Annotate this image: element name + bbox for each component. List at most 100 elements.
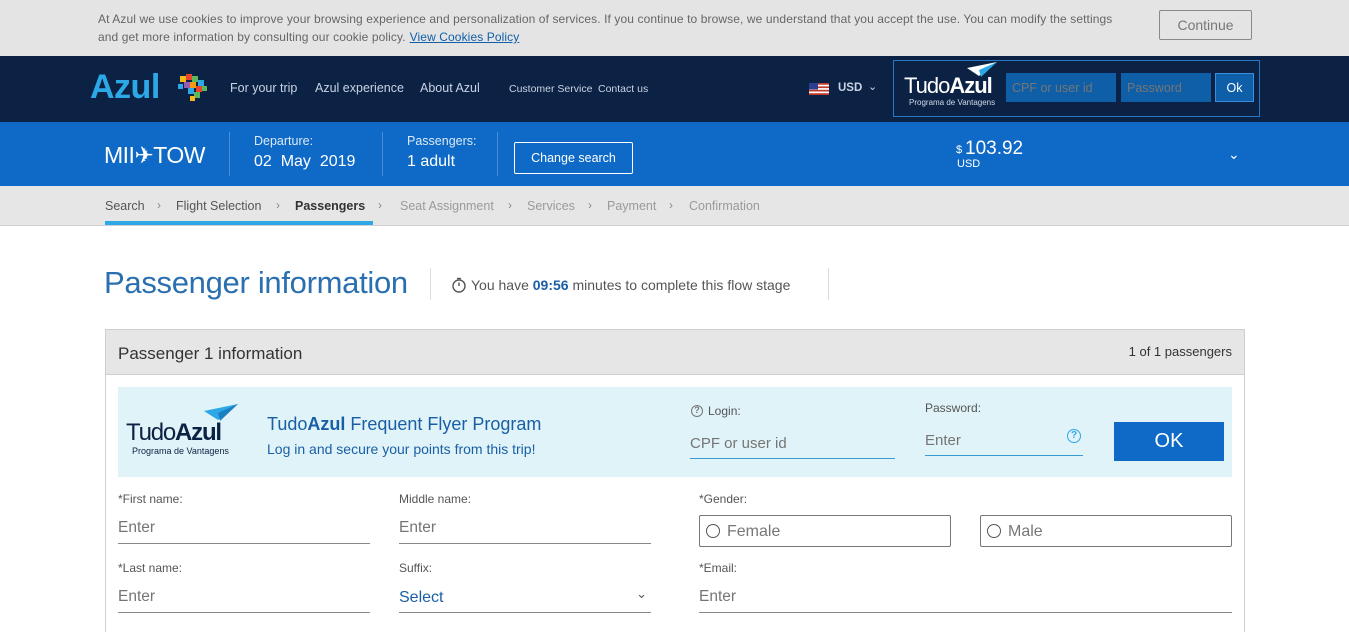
paper-plane-icon (204, 404, 238, 421)
ff-program-subtitle: Log in and secure your points from this … (267, 441, 536, 457)
password-label: Password: (925, 401, 982, 415)
help-icon[interactable]: ? (1067, 429, 1081, 443)
price-details-chevron-icon[interactable]: ⌄ (1228, 146, 1240, 163)
step-passengers[interactable]: Passengers (295, 199, 365, 213)
top-header: Azul For your trip Azul experience About… (0, 56, 1349, 122)
middle-name-label: Middle name: (399, 492, 472, 506)
male-label: Male (1008, 523, 1043, 540)
azul-logo[interactable]: Azul (90, 68, 160, 107)
search-summary-bar: MII✈TOW Departure: 02 May 2019 Passenger… (0, 122, 1349, 186)
timer-value: 09:56 (532, 277, 569, 293)
suffix-selected-value: Select (399, 589, 444, 606)
gender-male-option[interactable]: Male (980, 515, 1232, 547)
currency-selector[interactable]: USD (838, 82, 862, 94)
step-seat-assignment: Seat Assignment (400, 199, 494, 213)
tudo-text: Tudo (904, 73, 950, 98)
nav-about-azul[interactable]: About Azul (420, 81, 480, 95)
chevron-right-icon: › (588, 198, 592, 212)
email-input[interactable] (699, 581, 1232, 613)
last-name-label: *Last name: (118, 561, 183, 575)
first-name-label: *First name: (118, 492, 183, 506)
radio-icon[interactable] (987, 524, 1001, 538)
azul-text: Azul (175, 419, 222, 446)
suffix-select[interactable]: Select ⌄ (399, 581, 651, 613)
step-services: Services (527, 199, 575, 213)
nav-contact-us[interactable]: Contact us (598, 83, 648, 95)
middle-name-input[interactable] (399, 512, 651, 544)
ff-login-ok-button[interactable]: OK (1114, 422, 1224, 461)
header-user-id-input[interactable] (1006, 73, 1116, 102)
cookie-continue-button[interactable]: Continue (1159, 10, 1252, 40)
chevron-down-icon: ⌄ (868, 81, 878, 93)
suffix-label: Suffix: (399, 561, 433, 575)
departure-year: 2019 (319, 153, 356, 170)
total-price: 103.92 (965, 138, 1024, 159)
departure-date: 02 May 2019 (254, 153, 355, 171)
page-title: Passenger information (104, 265, 408, 300)
price-symbol: $ (956, 144, 963, 156)
route: MII✈TOW (104, 142, 205, 168)
chevron-right-icon: › (157, 198, 161, 212)
nav-azul-experience[interactable]: Azul experience (315, 81, 404, 95)
chevron-right-icon: › (378, 198, 382, 212)
header-login-ok-button[interactable]: Ok (1215, 73, 1254, 102)
timer-prefix: You have (471, 277, 529, 293)
last-name-input[interactable] (118, 581, 370, 613)
divider (497, 132, 498, 176)
cookie-bar: At Azul we use cookies to improve your b… (0, 0, 1349, 56)
step-flight-selection[interactable]: Flight Selection (176, 199, 261, 213)
passenger-count: 1 of 1 passengers (1128, 344, 1232, 359)
ff-title-pre: Tudo (267, 414, 308, 434)
chevron-down-icon: ⌄ (636, 586, 647, 601)
active-step-indicator (105, 221, 373, 225)
first-name-input[interactable] (118, 512, 370, 544)
gender-female-option[interactable]: Female (699, 515, 951, 547)
panel-header: Passenger 1 information 1 of 1 passenger… (106, 330, 1244, 375)
step-confirmation: Confirmation (689, 199, 760, 213)
passengers-value: 1 adult (407, 153, 456, 170)
price-currency: USD (957, 158, 981, 170)
divider (229, 132, 230, 176)
panel-title: Passenger 1 information (118, 344, 303, 363)
tudoazul-logo: TudoAzul Programa de Vantagens (126, 419, 229, 456)
ff-title-post: Frequent Flyer Program (345, 414, 542, 434)
paper-plane-icon (967, 62, 997, 77)
ff-title-bold: Azul (307, 414, 346, 434)
nav-for-your-trip[interactable]: For your trip (230, 81, 297, 95)
divider (382, 132, 383, 176)
us-flag-icon (809, 83, 829, 95)
passengers-label: Passengers: (407, 134, 477, 148)
radio-icon[interactable] (706, 524, 720, 538)
step-search[interactable]: Search (105, 199, 145, 213)
divider (828, 268, 829, 300)
step-payment: Payment (607, 199, 657, 213)
female-label: Female (727, 523, 781, 540)
header-login-box: TudoAzul Programa de Vantagens Ok (893, 60, 1260, 117)
passenger-panel: Passenger 1 information 1 of 1 passenger… (105, 329, 1245, 632)
login-label: Login: (708, 404, 741, 418)
divider (430, 268, 431, 300)
cookie-text: At Azul we use cookies to improve your b… (98, 10, 1118, 46)
stopwatch-icon (452, 277, 466, 293)
email-label: *Email: (699, 561, 738, 575)
brazil-map-icon (178, 74, 207, 101)
cookie-policy-link[interactable]: View Cookies Policy (410, 30, 520, 44)
help-icon[interactable]: ? (691, 405, 703, 417)
gender-label: *Gender: (699, 492, 748, 506)
ff-login-input[interactable] (690, 429, 895, 459)
chevron-right-icon: › (669, 198, 673, 212)
timer-suffix: minutes to complete this flow stage (572, 277, 791, 293)
chevron-right-icon: › (508, 198, 512, 212)
ff-password-input[interactable] (925, 426, 1083, 456)
cookie-message: At Azul we use cookies to improve your b… (98, 12, 1113, 44)
tudo-subtitle: Programa de Vantagens (909, 98, 996, 107)
change-search-button[interactable]: Change search (514, 142, 633, 174)
tudo-subtitle: Programa de Vantagens (132, 446, 229, 456)
tudo-text: Tudo (126, 419, 176, 446)
departure-label: Departure: (254, 134, 314, 148)
ff-program-title: TudoAzul Frequent Flyer Program (267, 414, 541, 435)
departure-month: May (280, 153, 311, 170)
nav-customer-service[interactable]: Customer Service (509, 83, 592, 95)
departure-day: 02 (254, 153, 272, 170)
header-password-input[interactable] (1121, 73, 1211, 102)
